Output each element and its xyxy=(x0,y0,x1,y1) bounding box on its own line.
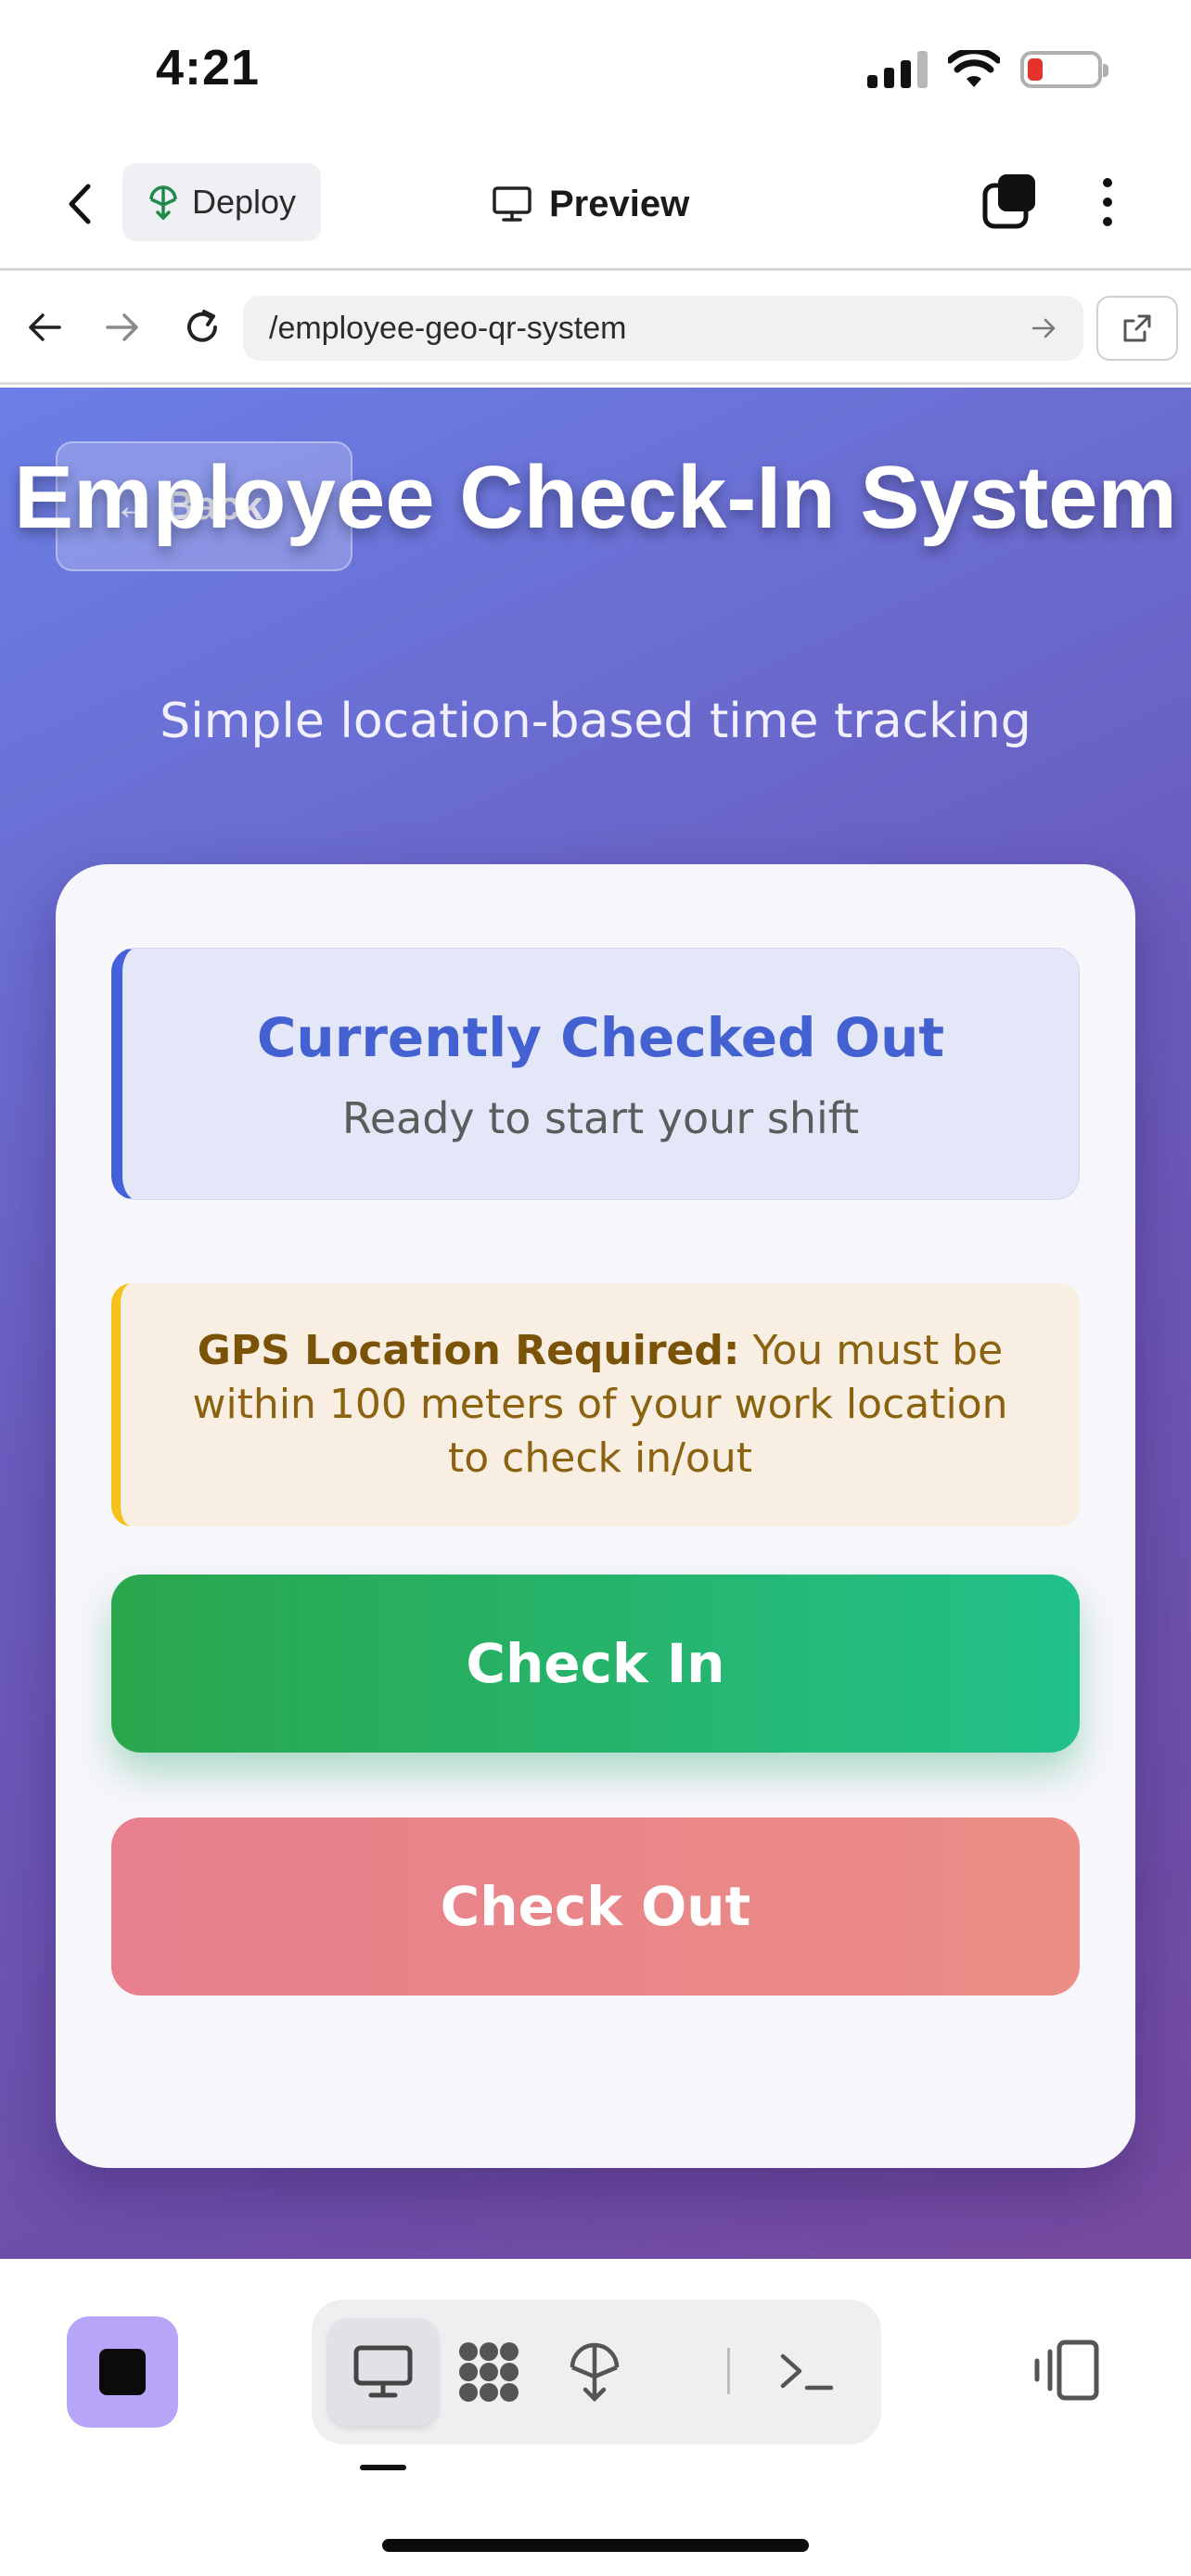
gps-notice-label: GPS Location Required: xyxy=(197,1327,740,1374)
active-tab-indicator xyxy=(360,2465,406,2470)
url-text: /employee-geo-qr-system xyxy=(269,310,627,346)
check-out-button[interactable]: Check Out xyxy=(111,1817,1080,1996)
open-external-icon xyxy=(1123,314,1151,342)
more-icon[interactable] xyxy=(1091,172,1124,232)
preview-tab[interactable]: Preview xyxy=(492,176,689,232)
deploy-icon xyxy=(570,2342,620,2403)
cellular-signal-icon xyxy=(867,51,928,88)
gps-notice: GPS Location Required: You must be withi… xyxy=(111,1283,1080,1526)
check-in-button[interactable]: Check In xyxy=(111,1575,1080,1753)
tab-grid[interactable] xyxy=(434,2318,544,2426)
tab-desktop[interactable] xyxy=(328,2318,438,2426)
url-field[interactable]: /employee-geo-qr-system xyxy=(243,296,1083,361)
check-in-card: Currently Checked Out Ready to start you… xyxy=(56,864,1135,2168)
dock-tabs xyxy=(312,2300,881,2444)
page-subtitle: Simple location-based time tracking xyxy=(160,694,1031,749)
bottom-dock xyxy=(0,2259,1191,2576)
reload-icon[interactable] xyxy=(176,301,228,353)
status-box: Currently Checked Out Ready to start you… xyxy=(111,948,1080,1200)
monitor-icon xyxy=(493,186,531,222)
browser-bar: /employee-geo-qr-system xyxy=(0,274,1191,385)
stack-icon[interactable] xyxy=(981,172,1041,232)
dock-separator xyxy=(727,2348,730,2394)
arrow-left-icon[interactable] xyxy=(19,301,70,353)
status-heading: Currently Checked Out xyxy=(256,1006,945,1069)
preview-label: Preview xyxy=(549,183,690,224)
open-external-button[interactable] xyxy=(1096,296,1178,361)
deploy-icon xyxy=(149,185,177,220)
app-toolbar: Deploy Preview xyxy=(0,139,1191,271)
stop-button[interactable] xyxy=(67,2316,178,2428)
status-subtext: Ready to start your shift xyxy=(341,1093,860,1143)
deploy-button[interactable]: Deploy xyxy=(122,163,321,241)
page-title: Employee Check-In System xyxy=(14,448,1177,547)
go-arrow-icon[interactable] xyxy=(1028,312,1061,345)
status-icons xyxy=(867,48,1108,91)
tab-deploy[interactable] xyxy=(540,2318,649,2426)
battery-icon xyxy=(1020,51,1108,88)
panel-icon[interactable] xyxy=(1031,2339,1102,2404)
deploy-label: Deploy xyxy=(191,183,297,221)
grid-icon xyxy=(459,2342,519,2402)
arrow-right-icon[interactable] xyxy=(96,301,148,353)
tab-terminal[interactable] xyxy=(751,2318,861,2426)
status-bar: 4:21 xyxy=(0,0,1191,139)
terminal-icon xyxy=(780,2353,834,2391)
status-time: 4:21 xyxy=(156,40,261,96)
desktop-icon xyxy=(353,2345,413,2398)
back-chevron-icon[interactable] xyxy=(58,176,102,232)
wifi-icon xyxy=(948,50,1000,87)
home-indicator xyxy=(382,2539,809,2552)
stop-icon xyxy=(99,2349,146,2395)
web-page: ← Back Employee Check-In System Simple l… xyxy=(0,388,1191,2259)
